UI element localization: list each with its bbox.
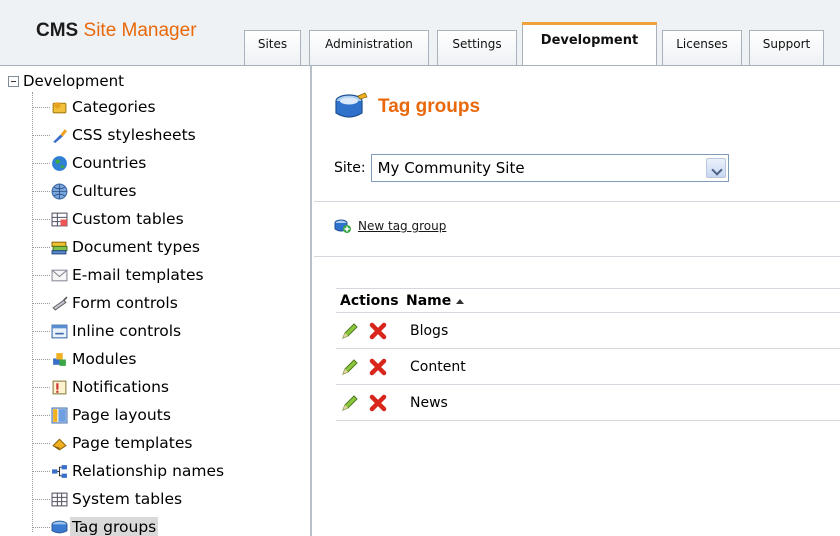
globe-icon [52,155,67,171]
tag-groups-icon [335,92,368,118]
tree-root-label: Development [23,72,124,90]
tag-groups-grid: Actions Name Blogs Content News [336,288,840,421]
site-dropdown-value: My Community Site [377,159,525,177]
tree-item-cultures[interactable]: Cultures [32,178,139,204]
page-header: Tag groups [334,92,480,122]
main-content: Tag groups Site: My Community Site New t… [314,66,840,536]
tree-item-css-stylesheets[interactable]: CSS stylesheets [32,122,198,148]
tab-settings[interactable]: Settings [437,30,517,66]
edit-pencil-icon[interactable] [340,357,360,377]
collapse-icon[interactable] [8,75,19,87]
categories-icon [52,101,67,113]
inline-controls-icon [51,324,68,338]
tab-administration[interactable]: Administration [309,30,429,66]
tree-item-page-layouts[interactable]: Page layouts [32,402,173,428]
column-header-name[interactable]: Name [406,293,465,309]
row-actions [336,357,406,377]
tree-item-countries[interactable]: Countries [32,150,148,176]
row-name: News [410,394,448,411]
main-tabs: Sites Administration Settings Developmen… [0,0,840,66]
tree-item-page-templates[interactable]: Page templates [32,430,195,456]
divider [314,256,840,257]
tree-item-custom-tables[interactable]: Custom tables [32,206,186,232]
chevron-down-icon[interactable] [705,158,726,178]
header-bar: CMS Site Manager Sites Administration Se… [0,0,840,66]
edit-pencil-icon[interactable] [340,321,360,341]
relationship-icon [52,464,67,478]
tree-item-relationship-names[interactable]: Relationship names [32,458,226,484]
tree-item-label: System tables [72,490,183,508]
tree-item-label: Page layouts [72,406,171,424]
tree-item-tag-groups[interactable]: Tag groups [32,514,159,536]
tab-licenses[interactable]: Licenses [662,30,742,66]
tree-item-label: Inline controls [72,322,182,340]
tree-item-label: Tag groups [70,517,159,536]
table-row: News [336,385,840,421]
row-actions [336,321,406,341]
system-tables-icon [51,492,68,506]
tree-root[interactable]: Development [8,70,124,92]
delete-x-icon[interactable] [368,357,388,377]
cultures-globe-icon [51,183,68,199]
tree-item-label: Custom tables [72,210,184,228]
delete-x-icon[interactable] [368,321,388,341]
edit-pencil-icon[interactable] [340,393,360,413]
tab-sites[interactable]: Sites [244,30,301,66]
new-tag-group-link[interactable]: New tag group [358,219,446,233]
form-controls-icon [52,296,68,311]
delete-x-icon[interactable] [368,393,388,413]
tree-item-notifications[interactable]: Notifications [32,374,171,400]
tree-item-system-tables[interactable]: System tables [32,486,184,512]
tag-groups-icon [51,520,68,533]
sort-ascending-icon [456,298,465,304]
page-templates-icon [52,437,67,451]
grid-header: Actions Name [336,289,840,313]
tree-item-inline-controls[interactable]: Inline controls [32,318,183,344]
row-name: Content [410,358,466,375]
tree-item-label: Notifications [72,378,170,396]
divider [314,201,840,202]
site-dropdown[interactable]: My Community Site [370,154,729,182]
modules-icon [53,352,66,366]
css-stylesheets-icon [53,128,67,143]
tab-development[interactable]: Development [522,22,657,66]
tree-item-categories[interactable]: Categories [32,94,158,120]
tree-item-label: Modules [72,350,137,368]
site-selector-row: Site: My Community Site [334,154,729,182]
tree-item-email-templates[interactable]: E-mail templates [32,262,206,288]
column-header-name-label: Name [406,292,452,309]
envelope-icon [51,269,68,281]
tree-item-form-controls[interactable]: Form controls [32,290,180,316]
tree-item-label: Document types [72,238,200,256]
tree-item-label: CSS stylesheets [72,126,196,144]
tree-item-label: Cultures [72,182,137,200]
tree-item-document-types[interactable]: Document types [32,234,202,260]
tree-item-label: Form controls [72,294,178,312]
tree-item-label: Countries [72,154,147,172]
new-tag-group-action[interactable]: New tag group [334,218,446,234]
tab-support[interactable]: Support [749,30,824,66]
site-label: Site: [334,160,366,176]
column-header-actions: Actions [340,292,399,309]
page-layouts-icon [51,407,68,423]
tree-item-label: Categories [72,98,156,116]
new-tag-group-icon [334,219,351,233]
tree-item-label: Page templates [72,434,193,452]
notifications-icon [52,380,67,394]
tree-item-modules[interactable]: Modules [32,346,138,372]
table-row: Blogs [336,313,840,349]
tree-item-label: E-mail templates [72,266,204,284]
tree-item-label: Relationship names [72,462,225,480]
custom-table-icon [51,212,68,226]
row-actions [336,393,406,413]
document-types-icon [51,241,68,254]
development-tree: Development Categories CSS stylesheets C… [0,66,312,536]
page-title: Tag groups [378,96,481,117]
table-row: Content [336,349,840,385]
row-name: Blogs [410,322,449,339]
